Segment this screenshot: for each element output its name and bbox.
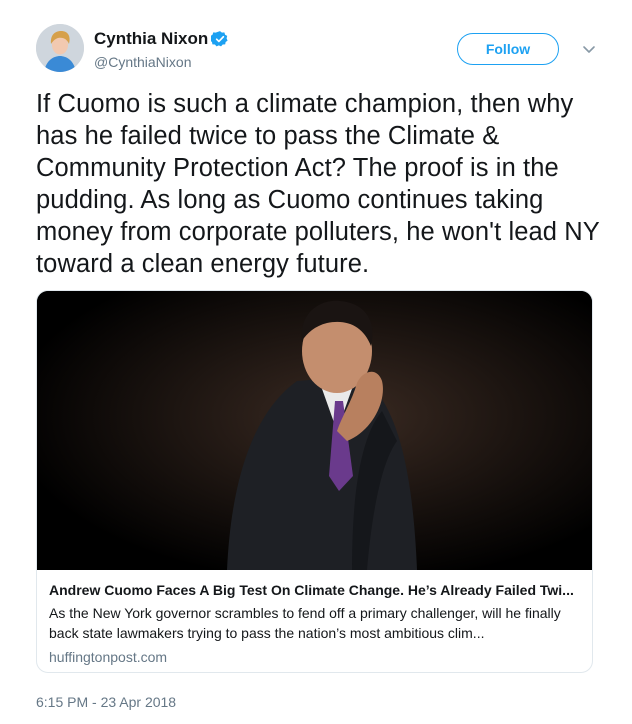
- display-name[interactable]: Cynthia Nixon: [94, 29, 208, 49]
- card-domain[interactable]: huffingtonpost.com: [49, 647, 581, 667]
- chevron-down-icon[interactable]: [582, 42, 596, 56]
- follow-button[interactable]: Follow: [457, 33, 559, 65]
- link-card[interactable]: Andrew Cuomo Faces A Big Test On Climate…: [36, 290, 593, 673]
- author-names: Cynthia Nixon @CynthiaNixon: [94, 29, 229, 71]
- verified-badge-icon: [211, 31, 228, 47]
- card-image[interactable]: [37, 291, 592, 570]
- card-description: As the New York governor scrambles to fe…: [49, 605, 561, 641]
- tweet-timestamp[interactable]: 6:15 PM - 23 Apr 2018: [36, 693, 176, 711]
- card-title[interactable]: Andrew Cuomo Faces A Big Test On Climate…: [49, 580, 581, 600]
- card-text: Andrew Cuomo Faces A Big Test On Climate…: [49, 580, 581, 667]
- avatar[interactable]: [36, 24, 84, 72]
- profile-photo-icon: [36, 24, 84, 72]
- handle[interactable]: @CynthiaNixon: [94, 53, 229, 71]
- tweet-text: If Cuomo is such a climate champion, the…: [36, 90, 600, 278]
- tweet-header: Cynthia Nixon @CynthiaNixon Follow: [36, 24, 606, 76]
- photo-thinking-man-icon: [37, 291, 592, 570]
